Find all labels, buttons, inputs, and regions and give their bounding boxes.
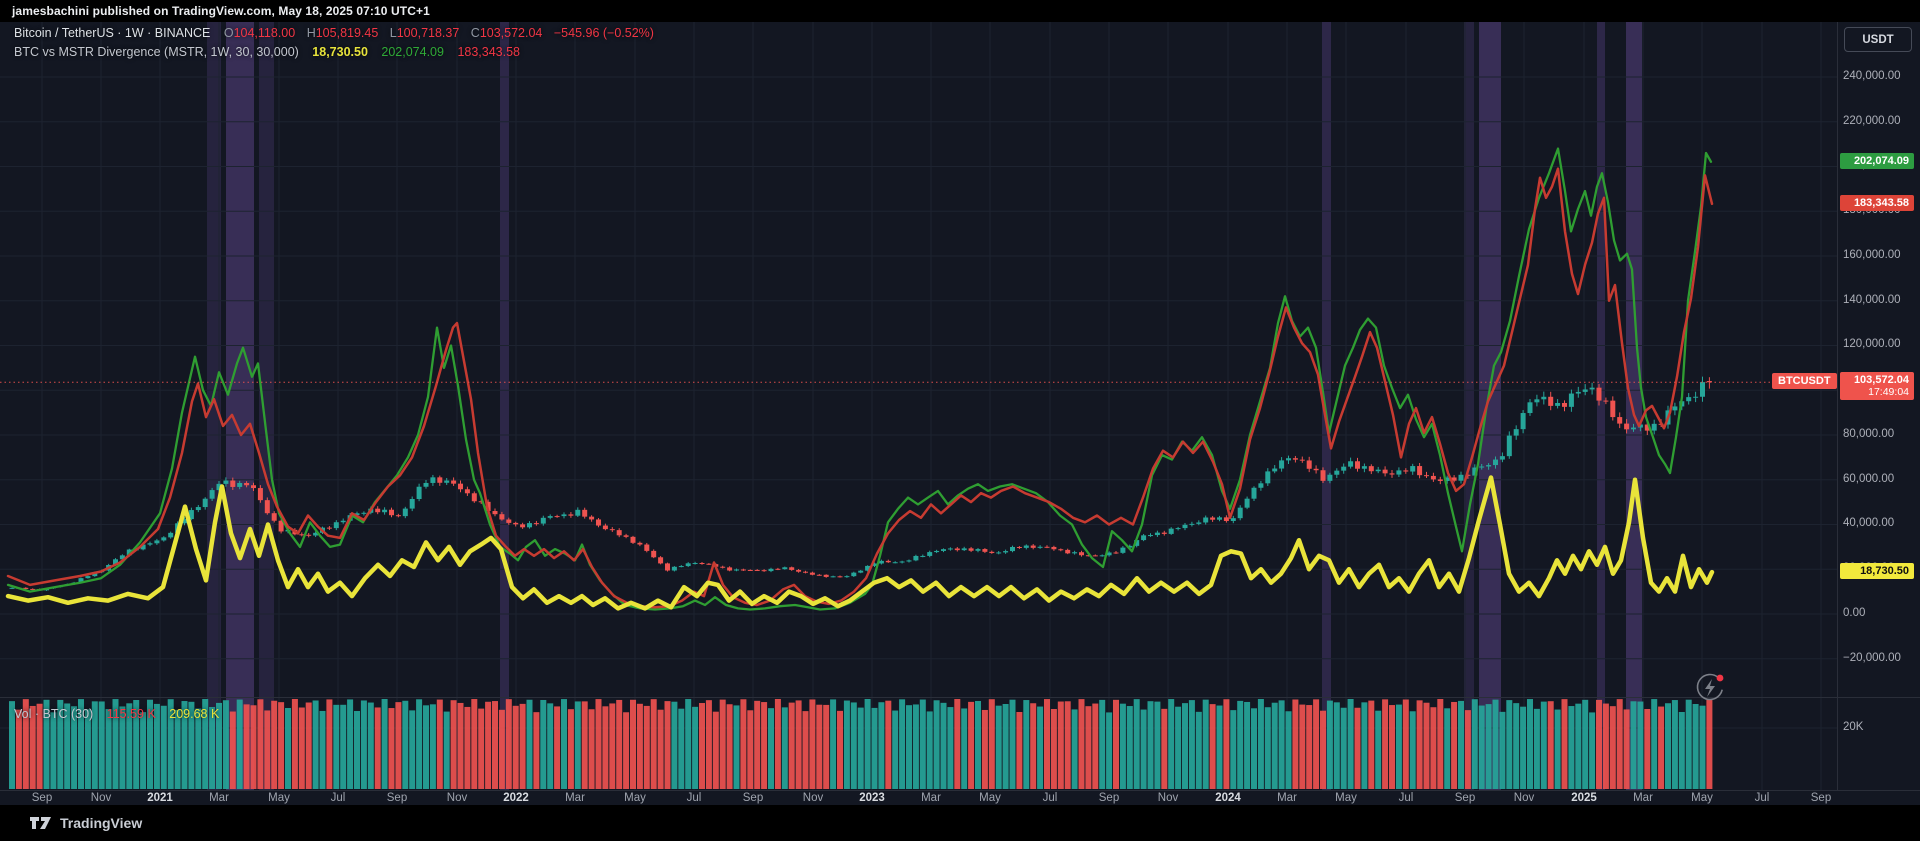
red-series-value-badge: 183,343.58 [1840, 195, 1914, 211]
symbol-chip-badge: BTCUSDT [1772, 373, 1837, 389]
symbol-title[interactable]: Bitcoin / TetherUS · 1W · BINANCE [14, 26, 210, 40]
price-tick-label: 0.00 [1843, 607, 1865, 619]
time-tick-month: May [979, 792, 1001, 804]
low-value: 100,718.37 [397, 26, 460, 40]
time-tick-month: Sep [1811, 792, 1831, 804]
volume-ma-value: 209.68 K [169, 707, 219, 721]
change-value: −545.96 (−0.52%) [554, 26, 654, 40]
time-tick-month: May [1691, 792, 1713, 804]
currency-button[interactable]: USDT [1844, 27, 1912, 52]
time-tick-year: 2022 [503, 792, 529, 804]
chart-legend: Bitcoin / TetherUS · 1W · BINANCE O104,1… [14, 26, 654, 63]
time-tick-month: Nov [1158, 792, 1178, 804]
time-tick-month: Sep [743, 792, 763, 804]
close-value: 103,572.04 [480, 26, 543, 40]
divergence-value: 18,730.50 [312, 45, 368, 59]
time-tick-month: Jul [1043, 792, 1058, 804]
chart-stage: Bitcoin / TetherUS · 1W · BINANCE O104,1… [0, 0, 1920, 841]
high-value: 105,819.45 [316, 26, 379, 40]
footer-bar: TradingView [0, 805, 1920, 841]
price-tick-label: 120,000.00 [1843, 338, 1901, 350]
time-tick-month: Mar [1277, 792, 1297, 804]
volume-tick-label: 20K [1843, 721, 1863, 733]
volume-legend-row[interactable]: Vol · BTC (30) 115.59 K 209.68 K [14, 707, 219, 721]
price-tick-label: 240,000.00 [1843, 70, 1901, 82]
tradingview-brand-text[interactable]: TradingView [60, 815, 142, 831]
time-tick-month: May [268, 792, 290, 804]
indicator-legend-row[interactable]: BTC vs MSTR Divergence (MSTR, 1W, 30, 30… [14, 45, 654, 61]
time-tick-year: 2024 [1215, 792, 1241, 804]
time-tick-month: Mar [921, 792, 941, 804]
high-label: H [307, 26, 316, 40]
time-tick-month: Sep [1455, 792, 1475, 804]
time-tick-month: Jul [687, 792, 702, 804]
divergence-value-badge: 18,730.50 [1840, 563, 1914, 579]
price-tick-label: 160,000.00 [1843, 249, 1901, 261]
close-label: C [471, 26, 480, 40]
time-tick-month: Nov [803, 792, 823, 804]
price-tick-label: −20,000.00 [1843, 652, 1901, 664]
chart-canvas[interactable] [0, 0, 1920, 841]
volume-value: 115.59 K [107, 707, 156, 721]
time-tick-month: Jul [1755, 792, 1770, 804]
time-tick-month: Mar [565, 792, 585, 804]
open-value: 104,118.00 [234, 26, 296, 40]
time-tick-year: 2025 [1571, 792, 1597, 804]
market-status-flash-icon[interactable] [1693, 670, 1729, 706]
price-tick-label: 220,000.00 [1843, 115, 1901, 127]
price-tick-label: 80,000.00 [1843, 428, 1894, 440]
indicator-title[interactable]: BTC vs MSTR Divergence (MSTR, 1W, 30, 30… [14, 45, 299, 59]
price-tick-label: 60,000.00 [1843, 473, 1894, 485]
time-tick-month: May [1335, 792, 1357, 804]
low-label: L [390, 26, 397, 40]
green-series-value: 202,074.09 [381, 45, 444, 59]
symbol-legend-row[interactable]: Bitcoin / TetherUS · 1W · BINANCE O104,1… [14, 26, 654, 42]
time-tick-month: Mar [209, 792, 229, 804]
volume-title[interactable]: Vol · BTC (30) [14, 707, 93, 721]
symbol-price-badge: 103,572.0417:49:04 [1840, 372, 1914, 400]
tradingview-logo-icon[interactable] [30, 814, 52, 832]
open-label: O [224, 26, 234, 40]
time-tick-month: Jul [331, 792, 346, 804]
time-tick-month: Nov [1514, 792, 1534, 804]
time-tick-month: Nov [91, 792, 111, 804]
time-tick-month: Jul [1399, 792, 1414, 804]
publish-header-text: jamesbachini published on TradingView.co… [12, 4, 430, 18]
time-tick-month: Sep [387, 792, 407, 804]
time-tick-month: Sep [1099, 792, 1119, 804]
red-series-value: 183,343.58 [457, 45, 520, 59]
price-tick-label: 40,000.00 [1843, 517, 1894, 529]
time-tick-year: 2021 [147, 792, 173, 804]
time-tick-month: Mar [1633, 792, 1653, 804]
time-tick-month: May [624, 792, 646, 804]
time-tick-month: Nov [447, 792, 467, 804]
price-tick-label: 140,000.00 [1843, 294, 1901, 306]
time-tick-month: Sep [32, 792, 52, 804]
green-series-value-badge: 202,074.09 [1840, 153, 1914, 169]
time-tick-year: 2023 [859, 792, 885, 804]
publish-header-bar: jamesbachini published on TradingView.co… [0, 0, 1920, 22]
